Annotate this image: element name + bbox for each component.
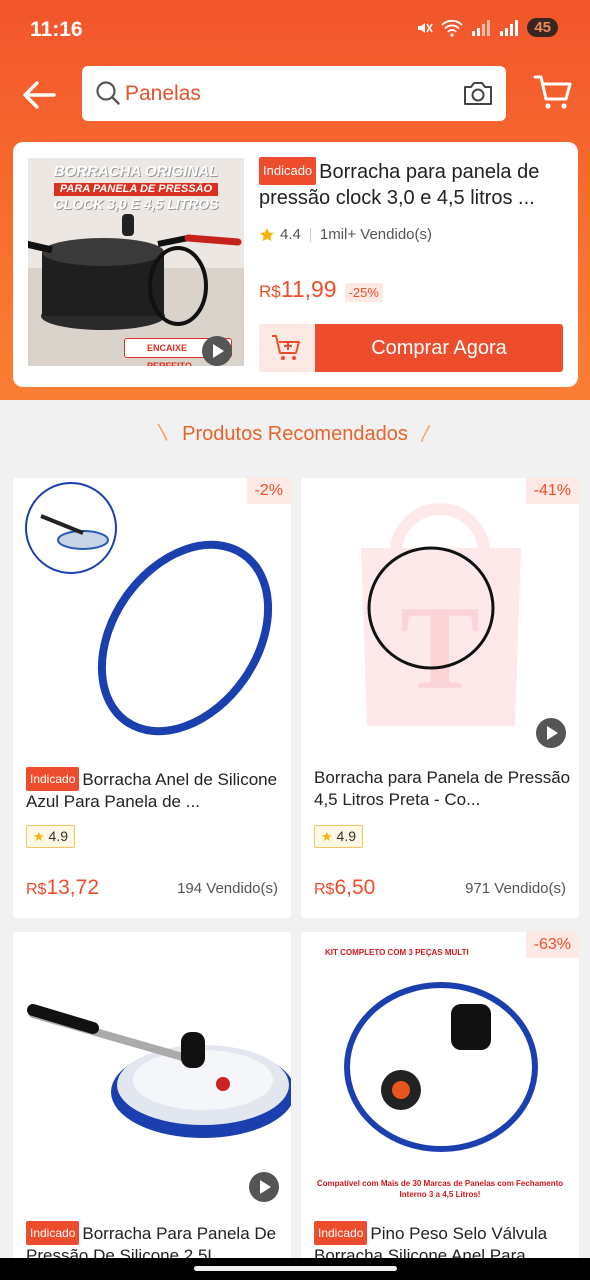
- featured-rating-row: 4.4 1mil+ Vendido(s): [259, 226, 432, 243]
- rating-badge: ★ 4.9: [26, 825, 76, 848]
- add-to-cart-button[interactable]: [259, 324, 315, 372]
- product-card[interactable]: -2% Indicado Borracha Anel de Silicone Az…: [13, 478, 291, 918]
- black-ring-image: T: [361, 503, 521, 726]
- add-to-cart-icon: [272, 335, 300, 360]
- star-icon: [260, 227, 274, 241]
- pressure-cooker-lid-image: [27, 1004, 291, 1138]
- product-title: Borracha para Panela de Pressão 4,5 Litr…: [314, 767, 572, 813]
- product-price: R$ 6,50: [314, 876, 375, 900]
- product-image[interactable]: KIT COMPLETO COM 3 PEÇAS MULTI Compatíve…: [301, 932, 579, 1210]
- featured-product-card[interactable]: BORRACHA ORIGINAL PARA PANELA DE PRESSÃO…: [13, 142, 578, 387]
- featured-discount-badge: -25%: [344, 283, 383, 302]
- product-card[interactable]: Indicado Borracha Para Panela De Pressão …: [13, 932, 291, 1258]
- play-video-icon[interactable]: [202, 336, 232, 366]
- recommended-heading: 〵 Produtos Recomendados 〳: [0, 420, 590, 446]
- recommended-heading-text: Produtos Recomendados: [182, 423, 408, 445]
- banner-line3: CLOCK 3,0 E 4,5 LITROS: [53, 195, 219, 212]
- discount-badge: -63%: [525, 932, 579, 958]
- featured-banner-text: BORRACHA ORIGINAL PARA PANELA DE PRESSÃO…: [28, 164, 244, 211]
- currency-symbol: R$: [259, 282, 281, 301]
- recommended-tag: Indicado: [26, 767, 80, 791]
- price-value: 13,72: [46, 876, 100, 899]
- valve-kit-image: [344, 982, 538, 1152]
- recommended-tag: Indicado: [259, 157, 317, 185]
- status-bar: 11:16 45: [0, 0, 590, 60]
- blue-silicone-ring-image: [25, 482, 273, 736]
- discount-badge: -2%: [246, 478, 291, 504]
- compatibility-text: Compatível com Mais de 30 Marcas de Pane…: [316, 1179, 564, 1199]
- featured-product-image[interactable]: BORRACHA ORIGINAL PARA PANELA DE PRESSÃO…: [28, 158, 244, 366]
- product-title: Indicado Pino Peso Selo Válvula Borracha …: [314, 1221, 572, 1258]
- product-title: Indicado Borracha Para Panela De Pressão …: [26, 1221, 284, 1258]
- star-icon: ★: [33, 829, 45, 844]
- home-gesture-handle[interactable]: [194, 1266, 397, 1271]
- kit-banner-text: KIT COMPLETO COM 3 PEÇAS MULTI: [325, 948, 469, 957]
- back-arrow-icon[interactable]: [18, 74, 60, 116]
- banner-line1: BORRACHA ORIGINAL: [53, 163, 219, 180]
- featured-sold-count: 1mil+ Vendido(s): [319, 226, 433, 243]
- currency-symbol: R$: [314, 881, 335, 898]
- buy-now-button[interactable]: Comprar Agora: [315, 324, 563, 372]
- banner-line2: PARA PANELA DE PRESSÃO: [53, 182, 219, 197]
- signal-icon-2: [500, 19, 519, 36]
- search-query: Panelas: [125, 82, 201, 105]
- svg-text:T: T: [400, 581, 480, 714]
- swirl-left-icon: 〵: [154, 424, 173, 444]
- divider: [309, 227, 311, 242]
- product-image[interactable]: [13, 932, 291, 1210]
- rating-value: 4.9: [336, 828, 357, 844]
- currency-symbol: R$: [26, 881, 47, 898]
- signal-icon: [472, 19, 491, 36]
- camera-icon[interactable]: [462, 78, 494, 108]
- rating-value: 4.9: [48, 828, 69, 844]
- product-price: R$ 13,72: [26, 876, 99, 900]
- search-bar[interactable]: Panelas: [82, 66, 506, 121]
- cart-icon[interactable]: [533, 72, 573, 112]
- featured-price: R$ 11,99 -25%: [259, 276, 383, 303]
- discount-badge: -41%: [525, 478, 579, 504]
- status-time: 11:16: [30, 18, 83, 41]
- featured-product-title[interactable]: Indicado Borracha para panela de pressão …: [259, 157, 564, 211]
- product-title: Indicado Borracha Anel de Silicone Azul P…: [26, 767, 284, 813]
- search-icon: [96, 81, 120, 105]
- system-navigation-bar: [0, 1258, 590, 1280]
- sold-count: 971 Vendido(s): [465, 880, 566, 897]
- star-icon: ★: [321, 829, 333, 844]
- mute-icon: [418, 22, 433, 33]
- product-card[interactable]: T -41% Borracha para Panela de Pressão 4…: [301, 478, 579, 918]
- featured-rating-value: 4.4: [280, 226, 301, 243]
- rating-badge: ★ 4.9: [314, 825, 364, 848]
- featured-price-value: 11,99: [280, 276, 337, 302]
- play-video-icon[interactable]: [536, 718, 566, 748]
- swirl-right-icon: 〳: [417, 424, 436, 444]
- recommended-tag: Indicado: [314, 1221, 368, 1245]
- play-video-icon[interactable]: [249, 1172, 279, 1202]
- battery-indicator: 45: [527, 18, 558, 37]
- product-card[interactable]: KIT COMPLETO COM 3 PEÇAS MULTI Compatíve…: [301, 932, 579, 1258]
- recommended-tag: Indicado: [26, 1221, 80, 1245]
- status-icons: 45: [415, 18, 558, 37]
- wifi-icon: [441, 19, 463, 37]
- sold-count: 194 Vendido(s): [177, 880, 278, 897]
- product-title-text: Borracha para Panela de Pressão 4,5 Litr…: [314, 768, 571, 809]
- price-value: 6,50: [334, 876, 376, 899]
- product-image[interactable]: [13, 478, 291, 756]
- product-image[interactable]: T: [301, 478, 579, 756]
